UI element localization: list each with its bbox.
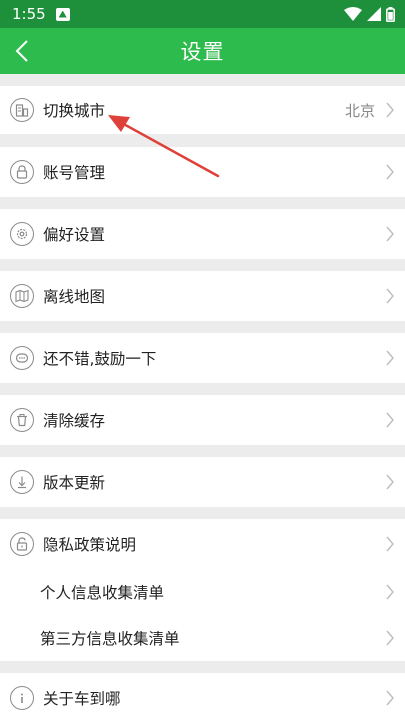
download-icon: [10, 470, 34, 494]
app-bar: 设置: [0, 28, 405, 74]
setting-label: 隐私政策说明: [43, 536, 137, 554]
chevron-right-icon: [386, 102, 394, 118]
setting-clear-cache[interactable]: 清除缓存: [0, 395, 405, 445]
page-title: 设置: [180, 40, 225, 64]
trash-icon: [10, 408, 34, 432]
setting-privacy-policy[interactable]: 隐私政策说明: [0, 519, 405, 569]
chevron-right-icon: [386, 584, 394, 600]
signal-icon: [367, 7, 381, 21]
setting-label: 切换城市: [43, 102, 106, 120]
setting-account[interactable]: 账号管理: [0, 147, 405, 197]
setting-rate-app[interactable]: 还不错,鼓励一下: [0, 333, 405, 383]
current-city-value: 北京: [344, 101, 375, 120]
setting-version-update[interactable]: 版本更新: [0, 457, 405, 507]
notification-icon: [55, 7, 70, 21]
setting-label: 清除缓存: [43, 412, 106, 430]
chevron-right-icon: [386, 164, 394, 180]
setting-about[interactable]: 关于车到哪: [0, 673, 405, 720]
info-icon: [10, 686, 34, 710]
setting-label: 偏好设置: [43, 226, 106, 244]
back-button[interactable]: [4, 33, 40, 69]
chevron-right-icon: [386, 412, 394, 428]
setting-label: 账号管理: [43, 164, 106, 182]
back-arrow-icon: [15, 40, 28, 62]
setting-personal-info-list[interactable]: 个人信息收集清单: [0, 569, 405, 615]
status-bar: 1:55: [0, 0, 405, 28]
setting-label: 还不错,鼓励一下: [43, 350, 157, 368]
status-time: 1:55: [12, 5, 46, 23]
city-building-icon: [10, 98, 34, 122]
unlock-icon: [10, 532, 34, 556]
chevron-right-icon: [386, 536, 394, 552]
setting-label: 第三方信息收集清单: [40, 630, 180, 648]
battery-icon: [386, 6, 395, 22]
setting-third-party-list[interactable]: 第三方信息收集清单: [0, 615, 405, 661]
setting-offline-map[interactable]: 离线地图: [0, 271, 405, 321]
setting-label: 版本更新: [43, 474, 106, 492]
setting-label: 离线地图: [43, 288, 106, 306]
setting-label: 个人信息收集清单: [40, 584, 165, 602]
chevron-right-icon: [386, 288, 394, 304]
chevron-right-icon: [386, 630, 394, 646]
chat-bubble-icon: [10, 346, 34, 370]
setting-label: 关于车到哪: [43, 690, 121, 708]
status-icons: [344, 6, 395, 22]
chevron-right-icon: [386, 350, 394, 366]
gear-icon: [10, 222, 34, 246]
chevron-right-icon: [386, 474, 394, 490]
lock-icon: [10, 160, 34, 184]
wifi-icon: [344, 7, 362, 21]
map-icon: [10, 284, 34, 308]
chevron-right-icon: [386, 690, 394, 706]
setting-preferences[interactable]: 偏好设置: [0, 209, 405, 259]
chevron-right-icon: [386, 226, 394, 242]
setting-switch-city[interactable]: 切换城市 北京: [0, 86, 405, 134]
